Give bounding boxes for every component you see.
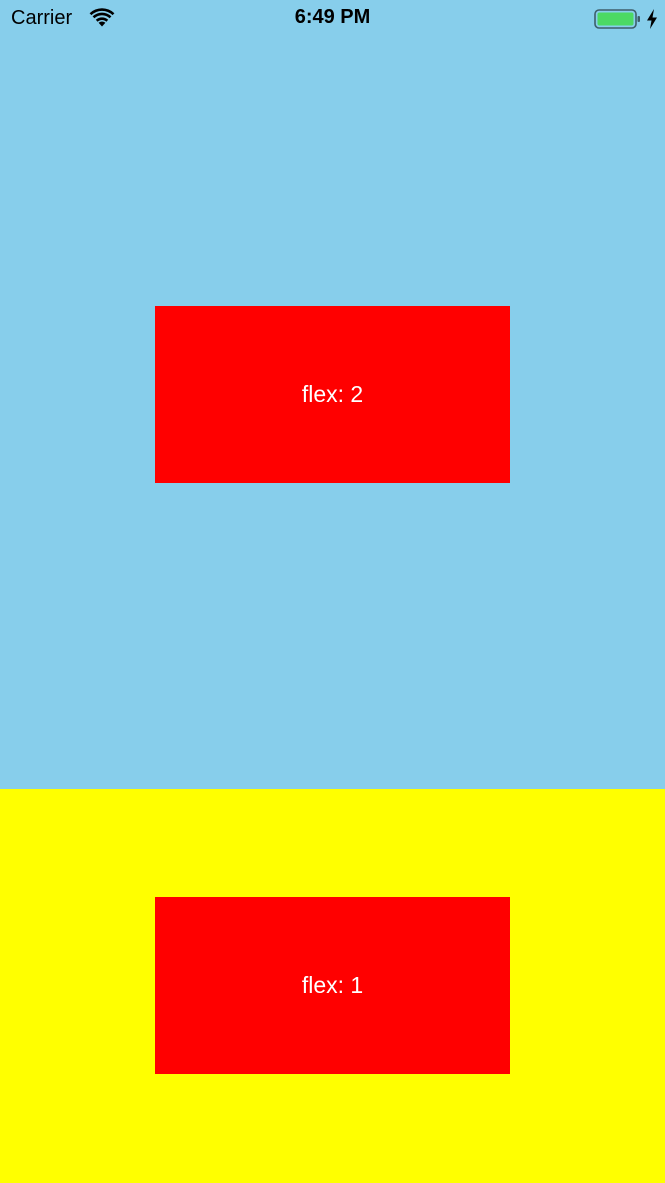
- flex-2-label: flex: 2: [301, 380, 364, 407]
- flex-2-panel: flex: 2: [0, 0, 665, 789]
- flex-1-box: flex: 1: [155, 897, 510, 1075]
- flex-1-label: flex: 1: [301, 972, 364, 999]
- flex-1-panel: flex: 1: [0, 788, 665, 1183]
- status-bar: Carrier 6:49 PM: [0, 0, 665, 38]
- app-screen: Carrier 6:49 PM flex: 2 flex: 1: [0, 0, 665, 1183]
- flex-2-box: flex: 2: [155, 305, 510, 483]
- charging-bolt-icon: [647, 9, 657, 29]
- battery-icon: [594, 9, 640, 29]
- clock-time: 6:49 PM: [294, 6, 371, 28]
